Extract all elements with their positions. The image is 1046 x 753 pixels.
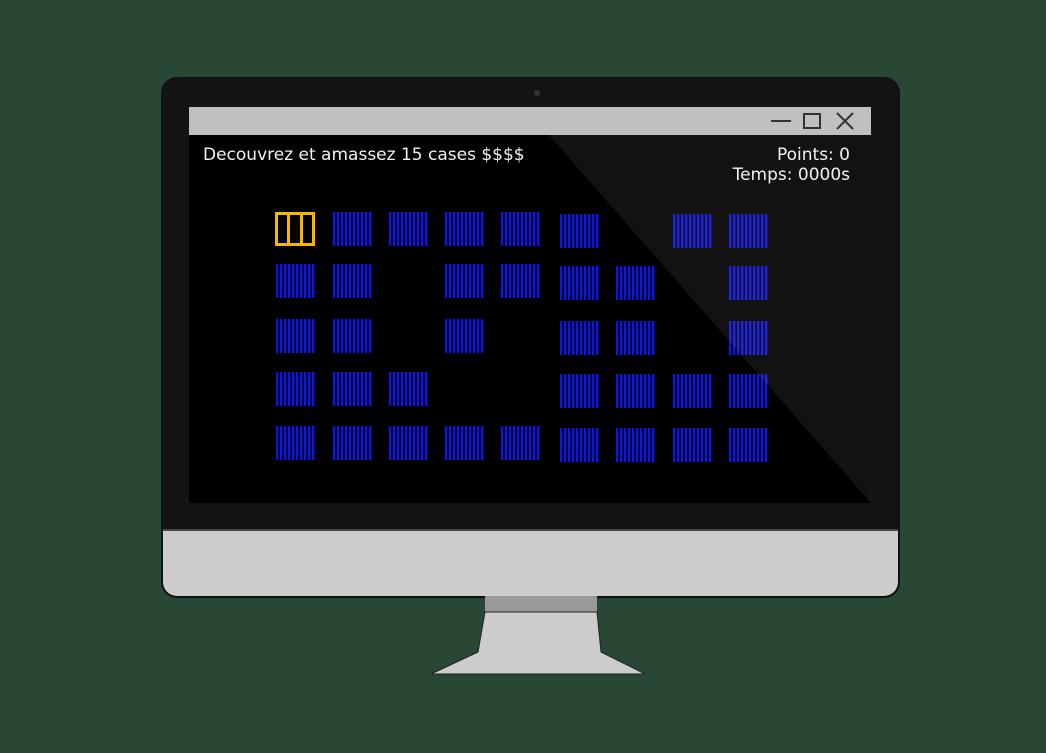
barcode-tile-icon — [276, 264, 315, 298]
game-window: Decouvrez et amassez 15 cases $$$$ Point… — [189, 107, 871, 503]
cursor-frame-icon — [275, 212, 315, 246]
barcode-tile-icon — [445, 319, 484, 353]
barcode-tile-icon — [445, 212, 484, 246]
hidden-tile[interactable] — [444, 319, 484, 353]
hidden-tile[interactable] — [559, 214, 599, 248]
hidden-tile[interactable] — [500, 212, 540, 246]
hidden-tile[interactable] — [559, 321, 599, 355]
game-board — [189, 107, 871, 503]
barcode-tile-icon — [560, 266, 599, 300]
barcode-tile-icon — [389, 372, 428, 406]
hidden-tile[interactable] — [332, 426, 372, 460]
hidden-tile[interactable] — [500, 264, 540, 298]
hidden-tile[interactable] — [615, 321, 655, 355]
barcode-tile-icon — [616, 266, 655, 300]
barcode-tile-icon — [501, 264, 540, 298]
hidden-tile[interactable] — [615, 428, 655, 462]
hidden-tile[interactable] — [332, 372, 372, 406]
barcode-tile-icon — [673, 214, 712, 248]
barcode-tile-icon — [560, 214, 599, 248]
hidden-tile[interactable] — [332, 212, 372, 246]
hidden-tile[interactable] — [559, 374, 599, 408]
hidden-tile[interactable] — [388, 372, 428, 406]
barcode-tile-icon — [560, 321, 599, 355]
barcode-tile-icon — [445, 264, 484, 298]
barcode-tile-icon — [729, 266, 768, 300]
hidden-tile[interactable] — [388, 212, 428, 246]
barcode-tile-icon — [616, 321, 655, 355]
barcode-tile-icon — [560, 428, 599, 462]
hidden-tile[interactable] — [275, 264, 315, 298]
barcode-tile-icon — [729, 374, 768, 408]
hidden-tile[interactable] — [728, 266, 768, 300]
hidden-tile[interactable] — [388, 426, 428, 460]
hidden-tile[interactable] — [559, 428, 599, 462]
barcode-tile-icon — [729, 214, 768, 248]
barcode-tile-icon — [333, 372, 372, 406]
hidden-tile[interactable] — [275, 319, 315, 353]
barcode-tile-icon — [389, 426, 428, 460]
hidden-tile[interactable] — [672, 214, 712, 248]
hidden-tile[interactable] — [444, 264, 484, 298]
barcode-tile-icon — [333, 426, 372, 460]
barcode-tile-icon — [333, 264, 372, 298]
barcode-tile-icon — [616, 374, 655, 408]
hidden-tile[interactable] — [728, 321, 768, 355]
hidden-tile[interactable] — [332, 264, 372, 298]
hidden-tile[interactable] — [332, 319, 372, 353]
barcode-tile-icon — [729, 428, 768, 462]
barcode-tile-icon — [501, 212, 540, 246]
hidden-tile[interactable] — [559, 266, 599, 300]
hidden-tile[interactable] — [275, 372, 315, 406]
hidden-tile[interactable] — [672, 374, 712, 408]
barcode-tile-icon — [389, 212, 428, 246]
barcode-tile-icon — [445, 426, 484, 460]
barcode-tile-icon — [560, 374, 599, 408]
hidden-tile[interactable] — [728, 428, 768, 462]
barcode-tile-icon — [616, 428, 655, 462]
barcode-tile-icon — [276, 319, 315, 353]
barcode-tile-icon — [333, 212, 372, 246]
barcode-tile-icon — [501, 426, 540, 460]
hidden-tile[interactable] — [615, 266, 655, 300]
hidden-tile[interactable] — [728, 374, 768, 408]
barcode-tile-icon — [333, 319, 372, 353]
barcode-tile-icon — [673, 428, 712, 462]
hidden-tile[interactable] — [444, 212, 484, 246]
hidden-tile[interactable] — [275, 426, 315, 460]
barcode-tile-icon — [673, 374, 712, 408]
barcode-tile-icon — [729, 321, 768, 355]
hidden-tile[interactable] — [444, 426, 484, 460]
selected-tile[interactable] — [275, 212, 315, 246]
barcode-tile-icon — [276, 426, 315, 460]
hidden-tile[interactable] — [615, 374, 655, 408]
hidden-tile[interactable] — [672, 428, 712, 462]
hidden-tile[interactable] — [500, 426, 540, 460]
barcode-tile-icon — [276, 372, 315, 406]
hidden-tile[interactable] — [728, 214, 768, 248]
